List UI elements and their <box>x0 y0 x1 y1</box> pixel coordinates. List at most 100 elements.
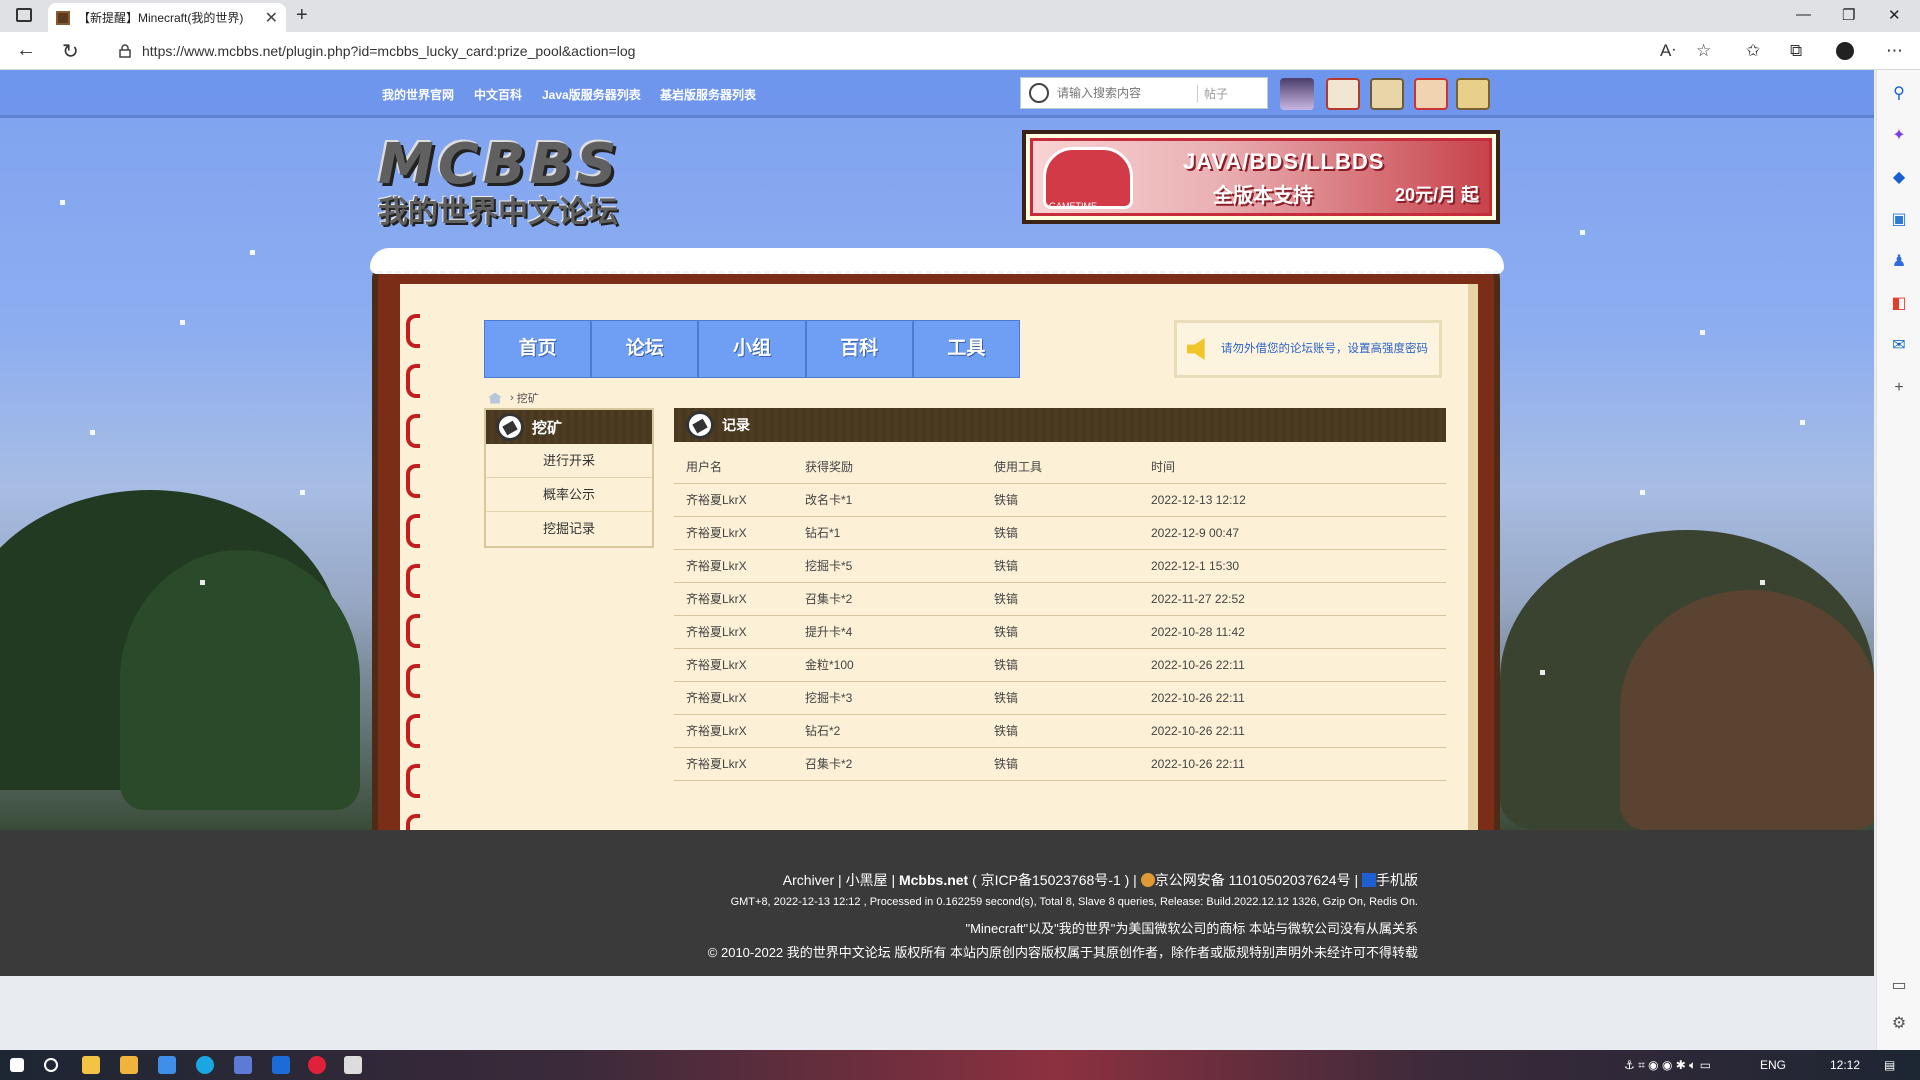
minimize-icon[interactable]: — <box>1796 6 1811 23</box>
breadcrumb-current[interactable]: 挖矿 <box>517 390 539 406</box>
back-icon[interactable]: ← <box>16 39 36 62</box>
link-official-site[interactable]: 我的世界官网 <box>382 86 454 103</box>
outlook-icon[interactable]: ✉ <box>1889 336 1909 356</box>
cell-username[interactable]: 齐裕夏LkrX <box>674 549 793 583</box>
cell-username[interactable]: 齐裕夏LkrX <box>674 483 793 517</box>
notification-icon[interactable] <box>1326 78 1360 110</box>
tray-icons[interactable]: ⚓ ⌗ ◉ ◉ ✱ 🔈︎ ▭ <box>1624 1058 1711 1073</box>
cell-time: 2022-12-13 12:12 <box>1139 483 1446 517</box>
settings-more-icon[interactable]: ⋯ <box>1886 41 1903 61</box>
sidebar-item-probability[interactable]: 概率公示 <box>486 478 652 512</box>
shopping-tag-icon[interactable]: ◆ <box>1889 168 1909 188</box>
mcbbs-logo[interactable]: MCBBS 我的世界中文论坛 <box>378 132 643 230</box>
cell-reward: 钻石*2 <box>793 714 982 748</box>
cell-username[interactable]: 齐裕夏LkrX <box>674 747 793 781</box>
link-bedrock-servers[interactable]: 基岩版服务器列表 <box>660 86 756 103</box>
cell-username[interactable]: 齐裕夏LkrX <box>674 615 793 649</box>
link-blackroom[interactable]: 小黑屋 <box>846 872 888 888</box>
windows-start-icon[interactable] <box>10 1058 24 1072</box>
user-avatar[interactable] <box>1280 78 1314 110</box>
app-icon[interactable] <box>308 1056 326 1074</box>
app-icon[interactable] <box>272 1056 290 1074</box>
nav-home[interactable]: 首页 <box>485 321 593 377</box>
cell-tool: 铁镐 <box>982 615 1139 649</box>
search-icon[interactable] <box>1029 83 1049 103</box>
notifications-icon[interactable]: ▤ <box>1884 1058 1895 1072</box>
restore-icon[interactable]: ❐ <box>1842 6 1855 24</box>
app-icon[interactable] <box>344 1056 362 1074</box>
sidebar-item-start-mining[interactable]: 进行开采 <box>486 444 652 478</box>
nav-wiki[interactable]: 百科 <box>807 321 914 377</box>
minecraft-favicon-icon <box>56 10 70 25</box>
games-icon[interactable]: ♟ <box>1889 252 1909 272</box>
cell-username[interactable]: 齐裕夏LkrX <box>674 582 793 616</box>
tray-clock[interactable]: 12:12 <box>1830 1058 1860 1072</box>
police-record[interactable]: 京公网安备 11010502037624号 <box>1155 872 1351 888</box>
binding-ring-icon <box>406 514 420 548</box>
browser-tab[interactable]: 【新提醒】Minecraft(我的世界) ✕ <box>48 3 286 32</box>
office-icon[interactable]: ◧ <box>1889 294 1909 314</box>
tools-icon[interactable]: ▣ <box>1889 210 1909 230</box>
cell-username[interactable]: 齐裕夏LkrX <box>674 681 793 715</box>
cell-username[interactable]: 齐裕夏LkrX <box>674 648 793 682</box>
cell-username[interactable]: 齐裕夏LkrX <box>674 516 793 550</box>
banner-price: 20元/月 起 <box>1394 185 1479 205</box>
cell-tool: 铁镐 <box>982 483 1139 517</box>
close-tab-icon[interactable]: ✕ <box>265 8 278 28</box>
pickaxe-badge-icon <box>496 413 524 441</box>
new-tab-icon[interactable]: + <box>296 4 308 27</box>
add-sidebar-icon[interactable]: + <box>1889 378 1909 398</box>
refresh-icon[interactable]: ↻ <box>62 39 79 64</box>
favorites-icon[interactable]: ✩ <box>1746 41 1760 61</box>
collections-icon[interactable]: ⧉ <box>1790 41 1802 61</box>
nav-forum[interactable]: 论坛 <box>592 321 700 377</box>
close-window-icon[interactable]: ✕ <box>1888 6 1901 24</box>
read-aloud-icon[interactable]: Aᐧ <box>1660 41 1676 61</box>
url-text: https://www.mcbbs.net/plugin.php?id=mcbb… <box>142 43 636 59</box>
cookie-icon[interactable] <box>1456 78 1490 110</box>
edge-icon[interactable] <box>196 1056 214 1074</box>
tray-language[interactable]: ENG <box>1760 1058 1786 1072</box>
favorite-star-icon[interactable]: ☆ <box>1696 41 1711 61</box>
link-java-servers[interactable]: Java版服务器列表 <box>542 86 641 103</box>
link-site[interactable]: Mcbbs.net <box>899 872 968 888</box>
search-input[interactable] <box>1057 86 1197 100</box>
link-archiver[interactable]: Archiver <box>783 872 834 888</box>
log-header: 记录 <box>674 408 1446 442</box>
app-icon[interactable] <box>234 1056 252 1074</box>
link-mobile[interactable]: 手机版 <box>1376 872 1418 888</box>
profile-avatar[interactable] <box>1836 42 1854 60</box>
crafting-box-icon[interactable] <box>1370 78 1404 110</box>
sidebar-toggle-icon[interactable]: ▭ <box>1889 976 1909 996</box>
search-icon[interactable] <box>44 1058 58 1072</box>
nav-groups[interactable]: 小组 <box>699 321 807 377</box>
address-bar[interactable]: https://www.mcbbs.net/plugin.php?id=mcbb… <box>106 36 1726 66</box>
file-explorer-icon[interactable] <box>82 1056 100 1074</box>
home-icon[interactable] <box>488 392 502 404</box>
cell-tool: 铁镐 <box>982 549 1139 583</box>
speaker-icon <box>1187 338 1205 360</box>
discover-icon[interactable]: ✦ <box>1889 126 1909 146</box>
mail-icon[interactable] <box>158 1056 176 1074</box>
ad-banner[interactable]: GAMETIME JAVA/BDS/LLBDS 全版本支持 20元/月 起 <box>1022 130 1500 224</box>
user-menu-icon[interactable] <box>1414 78 1448 110</box>
sidebar-settings-gear-icon[interactable]: ⚙ <box>1889 1014 1909 1034</box>
cell-reward: 提升卡*4 <box>793 615 982 649</box>
sidebar-item-mining-log[interactable]: 挖掘记录 <box>486 512 652 546</box>
search-icon[interactable]: ⚲ <box>1889 84 1909 104</box>
cell-username[interactable]: 齐裕夏LkrX <box>674 714 793 748</box>
pickaxe-badge-icon <box>686 411 714 439</box>
cell-tool: 铁镐 <box>982 681 1139 715</box>
cell-tool: 铁镐 <box>982 516 1139 550</box>
tab-actions-icon[interactable] <box>16 8 32 22</box>
notice-text[interactable]: 请勿外借您的论坛账号，设置高强度密码 <box>1221 342 1428 356</box>
banner-line2: 全版本支持 <box>1213 185 1313 207</box>
link-wiki[interactable]: 中文百科 <box>474 86 522 103</box>
store-icon[interactable] <box>120 1056 138 1074</box>
nav-tools[interactable]: 工具 <box>914 321 1019 377</box>
tab-title: 【新提醒】Minecraft(我的世界) <box>78 11 244 25</box>
log-title: 记录 <box>722 417 750 433</box>
icp-license[interactable]: ( 京ICP备15023768号-1 ) <box>972 872 1129 888</box>
cell-time: 2022-10-26 22:11 <box>1139 681 1446 715</box>
search-type-select[interactable]: 帖子 <box>1197 84 1253 102</box>
